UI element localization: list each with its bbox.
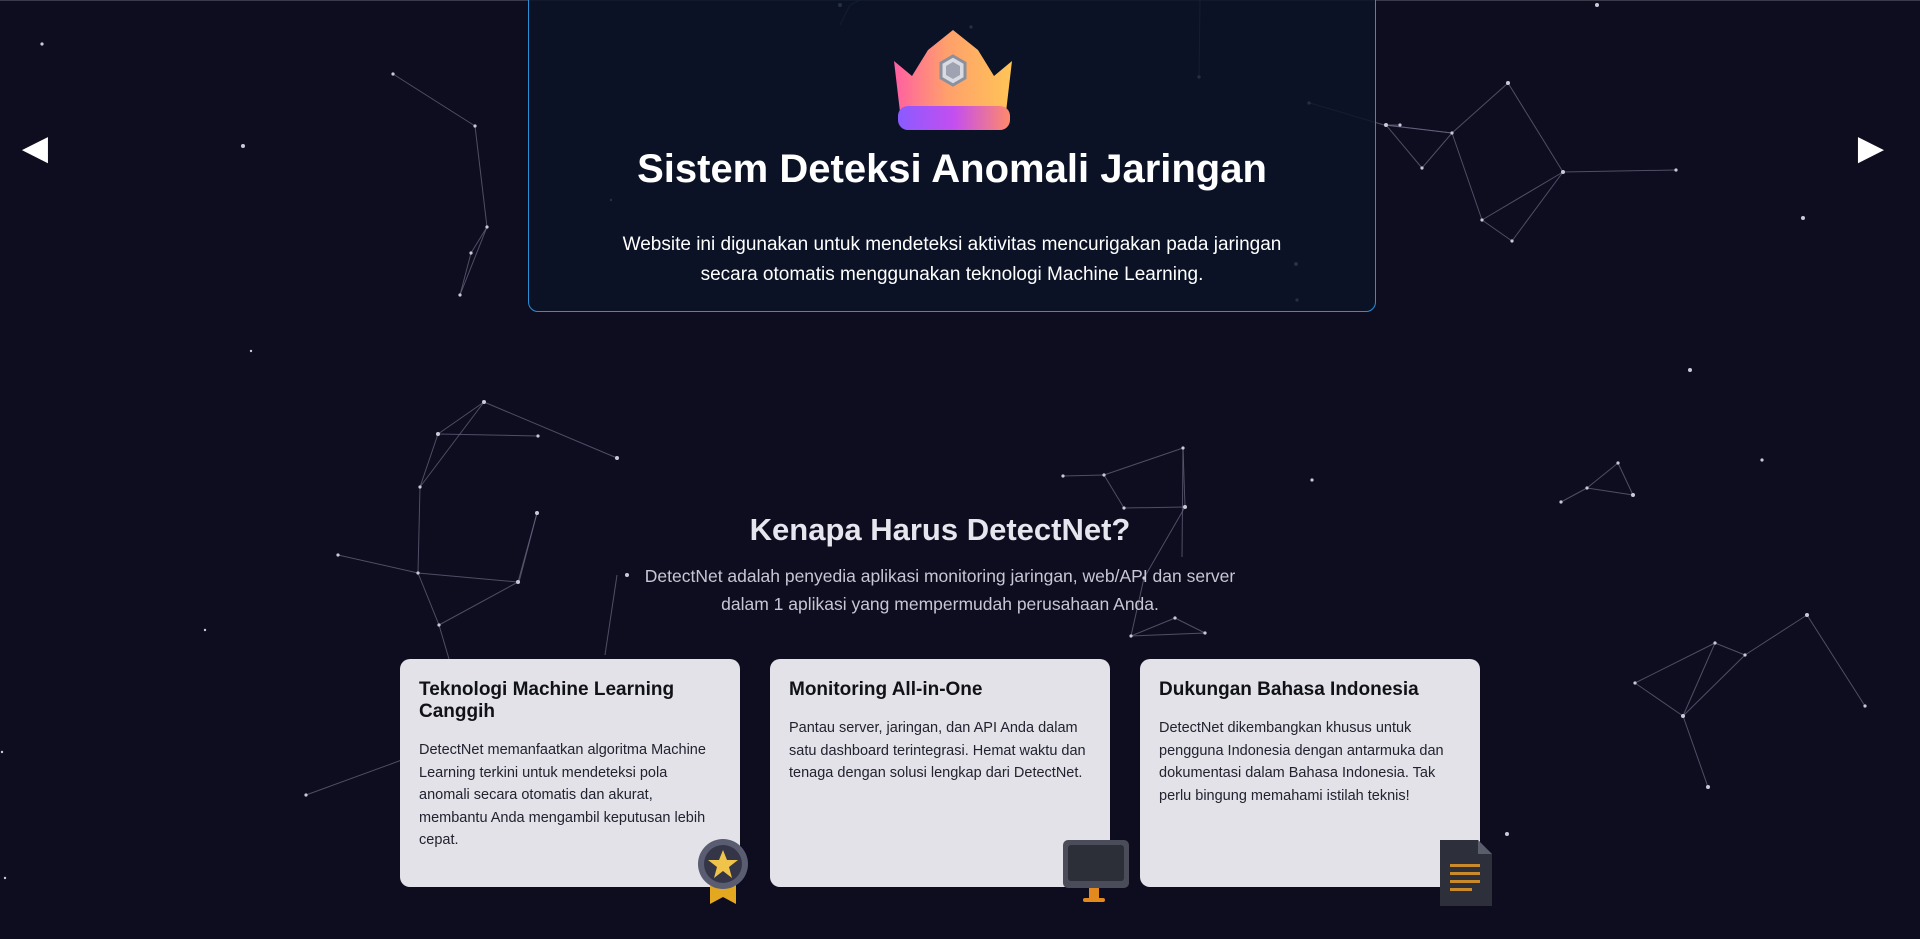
why-section-description: DetectNet adalah penyedia aplikasi monit… — [644, 566, 1236, 614]
feature-card-language: Dukungan Bahasa Indonesia DetectNet dike… — [1140, 659, 1480, 887]
feature-card-monitoring: Monitoring All-in-One Pantau server, jar… — [770, 659, 1110, 887]
feature-description: DetectNet memanfaatkan algoritma Machine… — [419, 742, 706, 848]
feature-card-ml: Teknologi Machine Learning Canggih Detec… — [400, 659, 740, 887]
feature-description: Pantau server, jaringan, dan API Anda da… — [789, 720, 1086, 781]
feature-title: Dukungan Bahasa Indonesia — [1159, 679, 1419, 700]
why-section-title: Kenapa Harus DetectNet? — [749, 512, 1131, 547]
crown-icon — [894, 30, 1012, 130]
document-icon — [1440, 840, 1492, 906]
feature-title: Teknologi Machine Learning Canggih — [419, 679, 675, 722]
feature-title: Monitoring All-in-One — [789, 679, 983, 700]
feature-description: DetectNet dikembangkan khusus untuk peng… — [1159, 720, 1444, 804]
carousel-next-button[interactable]: ▶ — [1851, 128, 1891, 168]
page-viewport: ◀ ▶ Sistem Deteksi Anomali Jaringan Webs… — [0, 0, 1920, 939]
carousel-prev-button[interactable]: ◀ — [15, 128, 55, 168]
hero-description: Website ini digunakan untuk mendeteksi a… — [622, 234, 1282, 285]
medal-icon — [698, 839, 748, 904]
monitor-icon — [1063, 840, 1129, 902]
hero-title: Sistem Deteksi Anomali Jaringan — [637, 147, 1267, 191]
